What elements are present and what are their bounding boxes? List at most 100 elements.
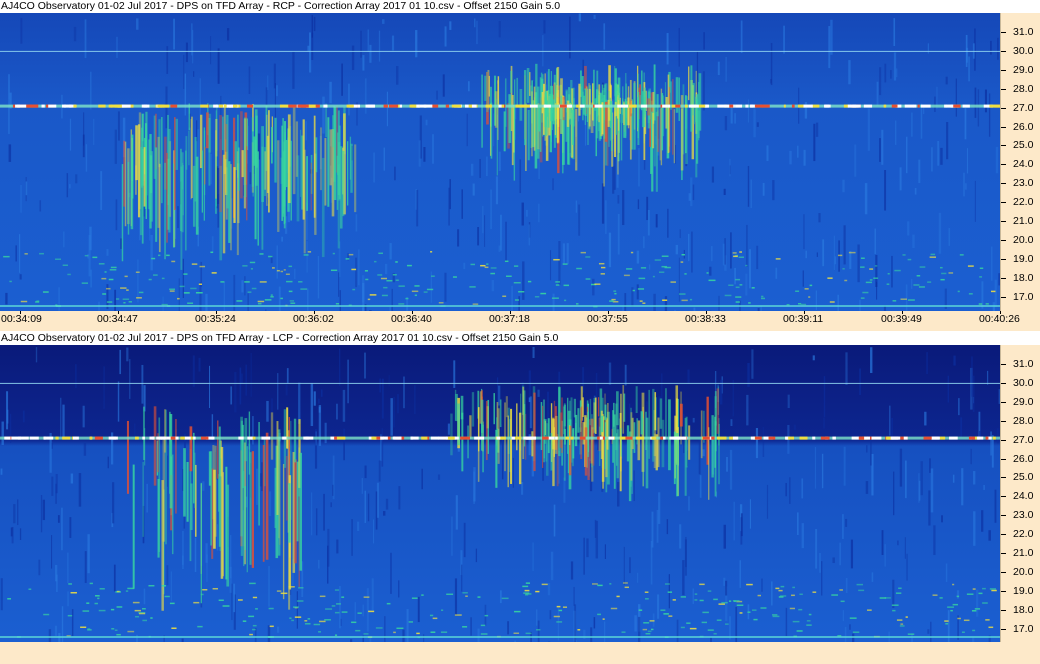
emission-streak xyxy=(643,87,647,115)
noise-streak xyxy=(961,468,964,506)
emission-streak xyxy=(618,418,621,439)
noise-streak xyxy=(926,352,928,375)
interference-dot xyxy=(121,104,131,108)
noise-streak xyxy=(366,588,369,632)
time-label: 00:35:24 xyxy=(195,313,236,325)
interference-dot xyxy=(445,104,450,108)
emission-streak xyxy=(539,77,542,152)
emission-streak xyxy=(203,130,206,196)
emission-streak xyxy=(584,88,587,116)
noise-streak xyxy=(613,151,616,190)
time-label: 00:40:26 xyxy=(979,313,1020,325)
rfi-dot xyxy=(702,611,709,614)
emission-streak xyxy=(469,415,472,440)
noise-streak xyxy=(75,364,77,389)
noise-streak xyxy=(966,47,969,63)
rfi-dot xyxy=(707,590,712,592)
rfi-dot xyxy=(979,267,984,270)
rfi-dot xyxy=(971,610,977,612)
rfi-dot xyxy=(200,593,204,596)
interference-dot xyxy=(48,104,57,108)
interference-dot xyxy=(820,436,825,440)
rfi-dot xyxy=(944,620,949,622)
noise-streak xyxy=(684,539,687,576)
rfi-dot xyxy=(319,595,326,598)
noise-streak xyxy=(78,473,82,507)
noise-streak xyxy=(200,261,203,287)
noise-streak xyxy=(113,564,116,592)
noise-streak xyxy=(634,615,637,632)
rfi-dot xyxy=(335,303,340,305)
noise-streak xyxy=(770,42,773,86)
emission-streak xyxy=(562,406,565,435)
freq-lcp-label: 23.0 xyxy=(1013,509,1034,521)
interference-dot xyxy=(555,436,558,440)
rfi-dot xyxy=(941,272,947,275)
rfi-dot xyxy=(632,289,635,292)
noise-streak xyxy=(687,369,690,384)
noise-streak xyxy=(415,30,418,58)
interference-dot xyxy=(891,436,901,440)
interference-dot xyxy=(812,436,816,440)
interference-dot xyxy=(953,104,961,108)
rfi-dot xyxy=(524,589,530,592)
noise-streak xyxy=(945,76,948,85)
interference-dot xyxy=(672,436,681,440)
noise-streak xyxy=(802,270,804,287)
emission-streak xyxy=(182,165,184,216)
emission-streak xyxy=(201,150,203,213)
marker-line xyxy=(0,382,1000,384)
noise-streak xyxy=(532,346,535,359)
noise-streak xyxy=(418,140,421,167)
noise-streak xyxy=(604,544,606,559)
noise-streak xyxy=(211,236,214,253)
emission-streak xyxy=(214,445,217,537)
emission-streak xyxy=(270,412,274,460)
emission-streak xyxy=(716,388,720,434)
noise-streak xyxy=(766,484,769,519)
emission-streak xyxy=(679,403,683,427)
noise-streak xyxy=(103,366,105,409)
noise-streak xyxy=(367,493,370,522)
emission-streak xyxy=(654,392,657,431)
emission-streak xyxy=(522,386,525,460)
rfi-dot xyxy=(940,278,945,281)
emission-streak xyxy=(454,389,457,421)
noise-streak xyxy=(397,394,399,414)
noise-streak xyxy=(266,400,269,422)
noise-streak xyxy=(276,245,279,279)
noise-streak xyxy=(87,534,90,574)
noise-streak xyxy=(528,224,530,246)
noise-streak xyxy=(498,21,501,38)
interference-dot xyxy=(745,104,749,108)
interference-dot xyxy=(783,104,786,108)
freq-lcp-tick xyxy=(1001,383,1006,384)
rfi-dot xyxy=(462,592,468,594)
freq-lcp-label: 27.0 xyxy=(1013,434,1034,446)
noise-streak xyxy=(250,352,252,397)
rfi-dot xyxy=(873,277,879,279)
noise-streak xyxy=(447,423,450,435)
noise-streak xyxy=(648,264,651,270)
emission-streak xyxy=(597,397,600,417)
noise-streak xyxy=(343,428,345,461)
rfi-dot xyxy=(247,291,252,293)
rfi-dot xyxy=(623,274,630,277)
noise-streak xyxy=(499,590,502,604)
noise-streak xyxy=(461,564,463,592)
rfi-dot xyxy=(480,264,486,267)
interference-dot xyxy=(608,436,615,440)
rfi-dot xyxy=(672,599,676,601)
interference-dot xyxy=(282,436,287,440)
noise-streak xyxy=(756,245,759,270)
rfi-dot xyxy=(43,613,50,616)
noise-streak xyxy=(805,250,807,259)
rfi-dot xyxy=(3,255,10,258)
emission-streak xyxy=(461,412,464,472)
rfi-dot xyxy=(70,591,77,594)
noise-streak xyxy=(920,461,923,496)
rfi-dot xyxy=(659,271,665,273)
interference-dot xyxy=(15,104,20,108)
noise-streak xyxy=(854,144,857,177)
rfi-dot xyxy=(270,296,274,298)
